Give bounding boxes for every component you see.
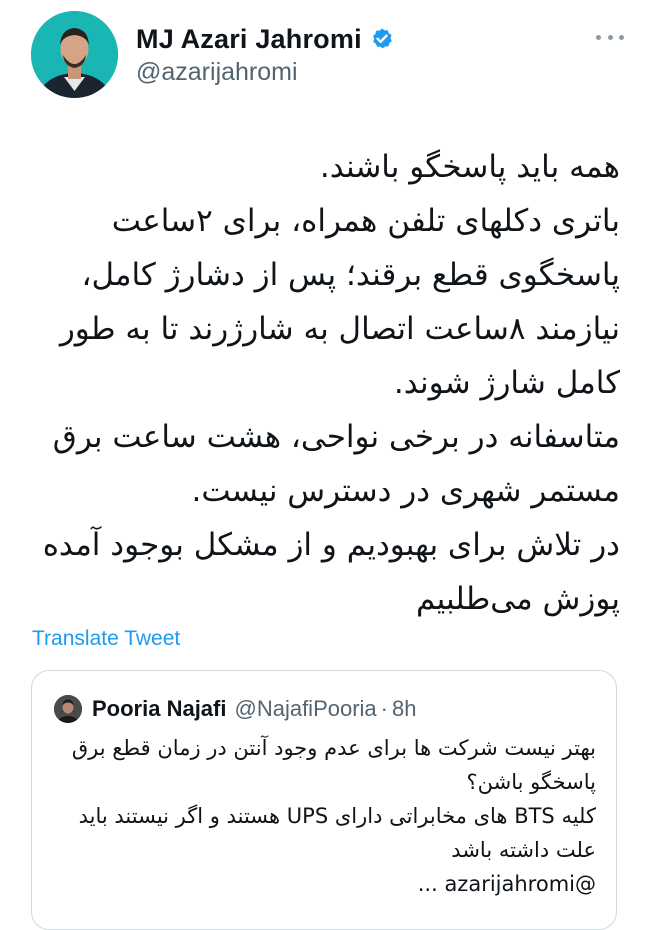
profile-photo-icon: [54, 695, 82, 723]
tweet-paragraph: باتری دکلهای تلفن همراه، برای ۲ساعت پاسخ…: [59, 203, 620, 401]
quoted-tweet-paragraph: @azarijahromi ...: [417, 872, 596, 896]
author-avatar[interactable]: [31, 11, 118, 98]
author-info: MJ Azari Jahromi @azarijahromi: [136, 22, 394, 87]
quoted-author-avatar[interactable]: [54, 695, 82, 723]
dot: [607, 34, 613, 40]
more-options-icon[interactable]: [596, 27, 624, 47]
quoted-tweet-paragraph: بهتر نیست شرکت ها برای عدم وجود آنتن در …: [71, 736, 596, 794]
author-display-name[interactable]: MJ Azari Jahromi: [136, 24, 362, 55]
tweet-paragraph: همه باید پاسخگو باشند.: [319, 149, 620, 185]
tweet-paragraph: در تلاش برای بهبودیم و از مشکل بوجود آمد…: [42, 527, 620, 617]
author-handle[interactable]: @azarijahromi: [136, 58, 394, 87]
author-name-line: MJ Azari Jahromi: [136, 22, 394, 56]
verified-badge-icon: [370, 27, 394, 51]
quoted-author-handle[interactable]: @NajafiPooria: [234, 696, 376, 722]
quoted-tweet-header: Pooria Najafi @NajafiPooria · 8h: [54, 695, 416, 723]
dot: [596, 34, 601, 40]
quoted-tweet-text: بهتر نیست شرکت ها برای عدم وجود آنتن در …: [46, 731, 596, 901]
separator-dot: ·: [380, 696, 388, 721]
tweet-header: MJ Azari Jahromi @azarijahromi: [0, 0, 650, 110]
dot: [619, 34, 624, 40]
tweet-text: همه باید پاسخگو باشند. باتری دکلهای تلفن…: [20, 140, 620, 626]
profile-photo-icon: [31, 11, 118, 98]
quoted-author-display-name[interactable]: Pooria Najafi: [92, 696, 226, 722]
quoted-tweet-time[interactable]: 8h: [392, 696, 416, 722]
quoted-tweet-card[interactable]: Pooria Najafi @NajafiPooria · 8h بهتر نی…: [31, 670, 617, 930]
tweet-paragraph: متاسفانه در برخی نواحی، هشت ساعت برق مست…: [52, 419, 620, 509]
quoted-tweet-paragraph: کلیه BTS های مخابراتی دارای UPS هستند و …: [78, 804, 596, 862]
translate-tweet-link[interactable]: Translate Tweet: [32, 627, 180, 651]
